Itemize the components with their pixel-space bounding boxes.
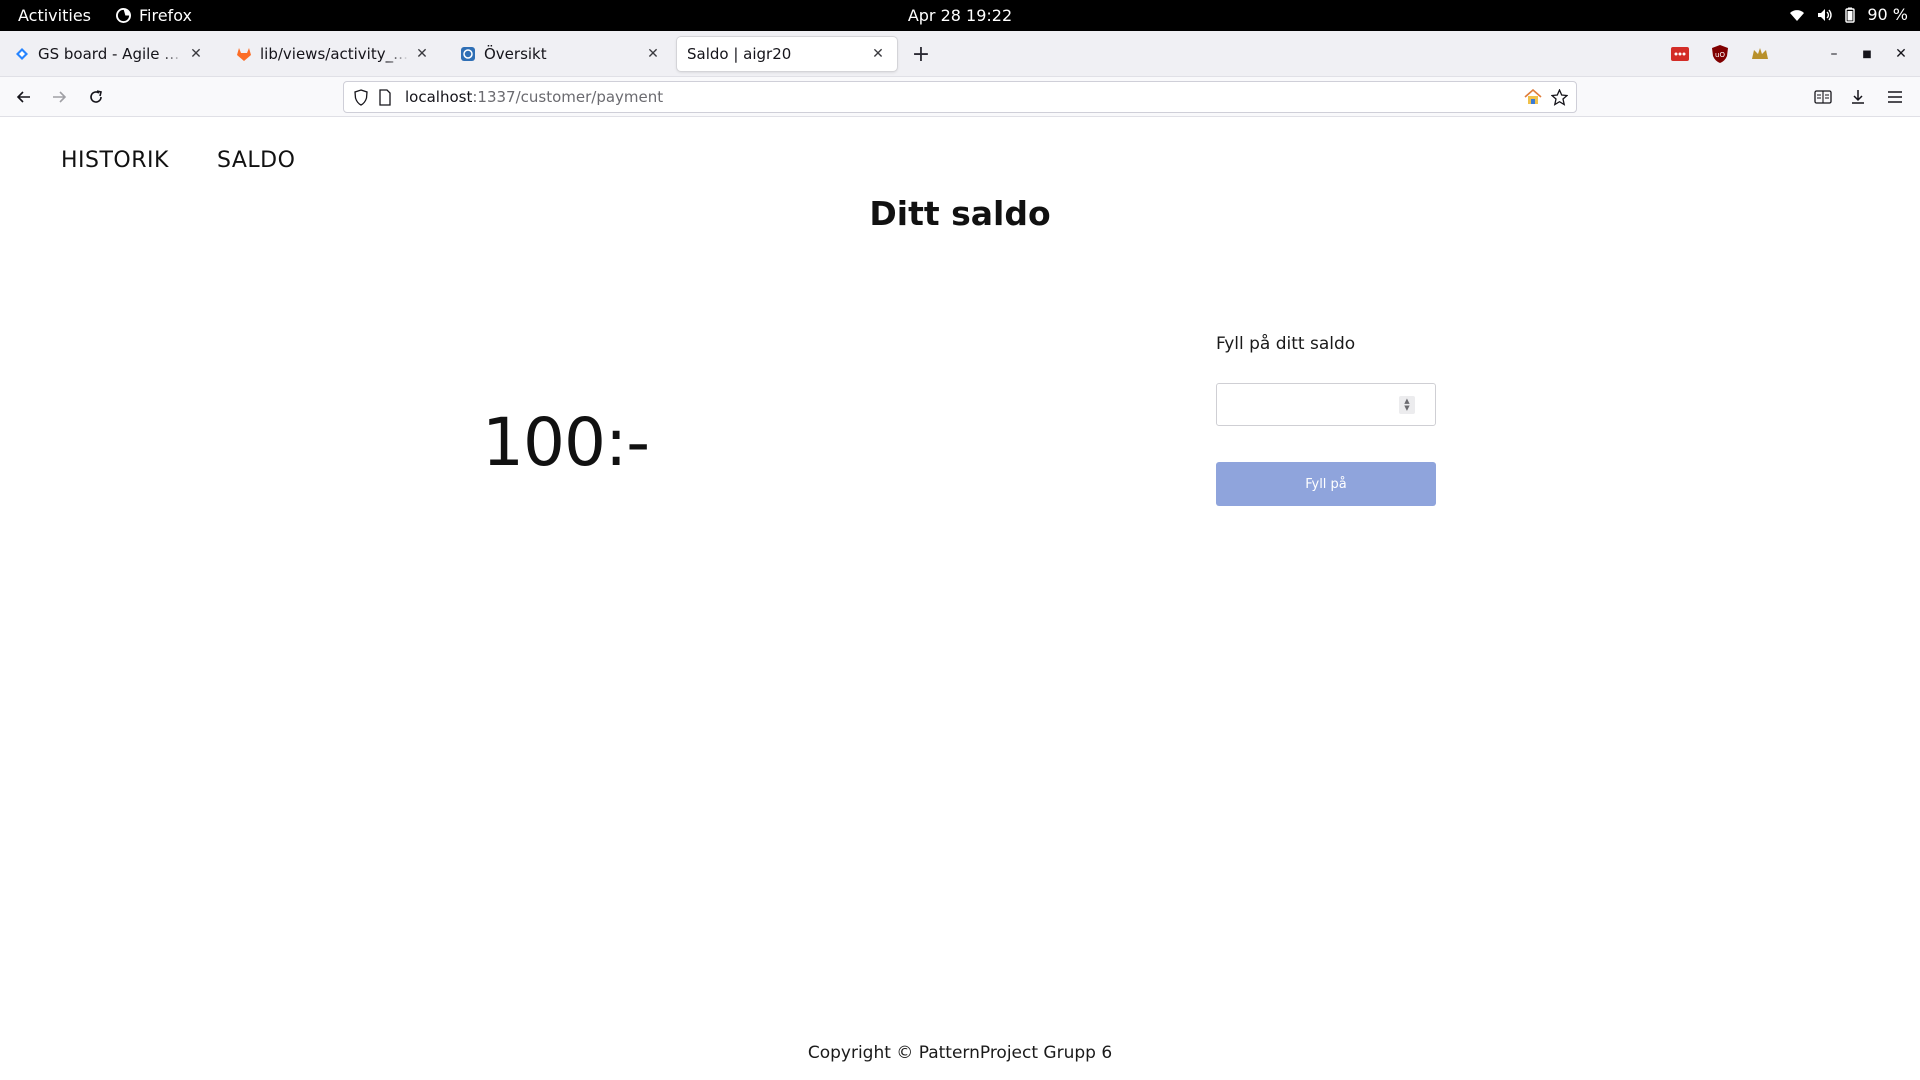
url-text[interactable]: localhost:1337/customer/payment [405,88,663,106]
download-icon [1852,90,1864,104]
jira-icon [14,46,30,62]
battery-percentage: 90 % [1867,5,1908,24]
page-info-icon[interactable] [378,89,392,110]
wifi-icon [1789,8,1805,22]
app-name-label: Firefox [139,6,192,25]
tab-title: Översikt [484,45,547,63]
page-content: HISTORIK SALDO Ditt saldo 100:- Fyll på … [0,118,1920,1080]
tab-gitlab[interactable]: lib/views/activity_view.dart ✕ [226,37,441,71]
close-tab-icon[interactable]: ✕ [187,45,205,63]
reload-button[interactable] [84,85,108,109]
extension-icon[interactable] [1751,45,1769,63]
lastpass-extension-icon[interactable] [1671,45,1689,63]
reload-icon [90,90,102,103]
close-tab-icon[interactable]: ✕ [413,45,431,63]
footer-copyright: Copyright © PatternProject Grupp 6 [807,1043,1113,1063]
tab-strip: GS board - Agile board - Jira ✕ lib/view… [0,31,1920,77]
tab-saldo[interactable]: Saldo | aigr20 ✕ [677,37,897,71]
home-icon[interactable] [1524,88,1542,109]
tab-title: GS board - Agile board - Jira [38,45,183,63]
system-top-bar: Activities Firefox Apr 28 19:22 90 % [0,0,1920,31]
volume-icon [1817,8,1833,22]
app-menu[interactable]: Firefox [116,6,192,25]
close-window-icon[interactable]: ✕ [1890,43,1912,65]
back-arrow-icon [16,91,30,103]
reader-view-button[interactable] [1811,85,1835,109]
nav-link-historik[interactable]: HISTORIK [61,148,169,173]
close-tab-icon[interactable]: ✕ [869,45,887,63]
svg-text:uO: uO [1715,51,1725,59]
bookmark-star-icon[interactable] [1550,88,1569,110]
site-navigation: HISTORIK SALDO [61,148,295,173]
balance-amount: 100:- [482,404,650,481]
minimize-icon[interactable]: – [1823,43,1845,65]
nav-link-saldo[interactable]: SALDO [217,148,295,173]
tracking-shield-icon[interactable] [353,89,369,110]
url-host: localhost [405,88,473,106]
activities-button[interactable]: Activities [18,6,91,25]
stepper-down-icon[interactable]: ▼ [1404,405,1409,412]
downloads-button[interactable] [1846,85,1870,109]
url-path: :1337/customer/payment [472,88,664,106]
battery-icon [1845,7,1856,23]
topup-amount-field[interactable]: ▲ ▼ [1216,383,1436,426]
firefox-icon [116,8,131,23]
topup-button[interactable]: Fyll på [1216,462,1436,506]
url-bar[interactable]: localhost:1337/customer/payment [343,81,1577,113]
forward-arrow-icon [53,91,67,103]
tab-title: lib/views/activity_view.dart [260,45,409,63]
maximize-icon[interactable]: ■ [1856,43,1878,65]
new-tab-button[interactable]: + [910,42,932,67]
reader-view-icon [1814,90,1832,104]
page-title: Ditt saldo [869,194,1051,233]
site-icon [460,46,476,62]
app-menu-button[interactable] [1883,85,1907,109]
topup-amount-input[interactable] [1217,384,1397,425]
number-stepper[interactable]: ▲ ▼ [1399,396,1415,414]
forward-button[interactable] [47,85,71,109]
tab-jira[interactable]: GS board - Agile board - Jira ✕ [4,37,215,71]
tab-title: Saldo | aigr20 [687,45,792,63]
navigation-toolbar: localhost:1337/customer/payment [0,77,1920,117]
clock[interactable]: Apr 28 19:22 [908,6,1012,25]
topup-label: Fyll på ditt saldo [1216,334,1356,354]
system-status-menu[interactable]: 90 % [1789,5,1908,24]
ublock-extension-icon[interactable]: uO [1711,45,1729,63]
tab-oversikt[interactable]: Översikt ✕ [450,37,672,71]
gitlab-icon [236,46,252,62]
back-button[interactable] [12,85,36,109]
close-tab-icon[interactable]: ✕ [644,45,662,63]
hamburger-menu-icon [1888,91,1902,103]
